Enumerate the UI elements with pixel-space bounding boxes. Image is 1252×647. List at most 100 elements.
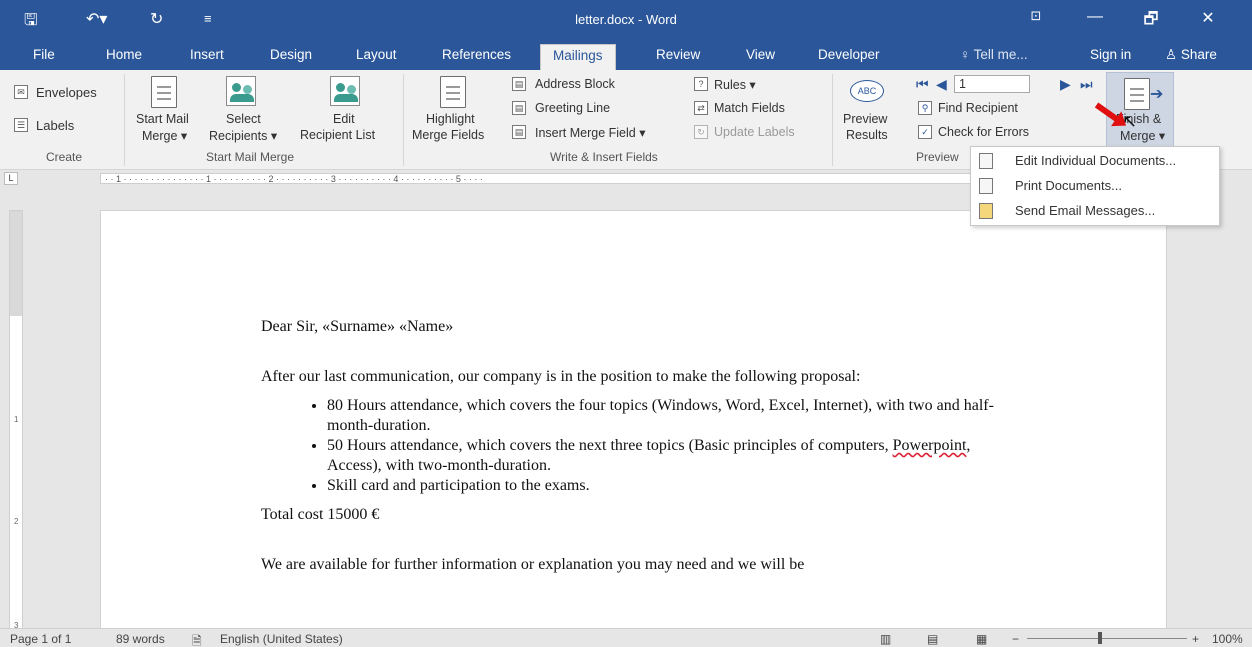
word-count[interactable]: 89 words — [116, 632, 165, 646]
find-recipient-button[interactable]: Find Recipient — [938, 101, 1018, 115]
title-bar: 🖫 ↶▾ ↻ ≡ letter.docx - Word ⊡ — 🗗 ✕ — [0, 0, 1252, 40]
insert-merge-field-button[interactable]: Insert Merge Field ▾ — [535, 125, 645, 140]
sign-in-link[interactable]: Sign in — [1090, 47, 1131, 62]
group-preview: Preview — [916, 150, 959, 164]
tab-developer[interactable]: Developer — [818, 47, 880, 62]
page-count[interactable]: Page 1 of 1 — [10, 632, 71, 646]
zoom-slider-thumb[interactable] — [1098, 632, 1102, 644]
document-body[interactable]: Dear Sir, «Surname» «Name» After our las… — [261, 317, 1001, 575]
start-mail-merge-icon — [151, 76, 177, 108]
mouse-cursor-icon: ↖ — [1122, 111, 1138, 131]
highlight-merge-fields-label-2[interactable]: Merge Fields — [412, 128, 484, 142]
web-layout-icon[interactable]: ▦ — [976, 632, 987, 646]
closing-paragraph: We are available for further information… — [261, 556, 805, 573]
update-labels-button[interactable]: Update Labels — [714, 125, 795, 139]
tab-mailings[interactable]: Mailings — [540, 44, 616, 70]
vruler-tick: 2 — [14, 517, 19, 526]
next-record-icon[interactable]: ▶ — [1060, 76, 1071, 93]
spelling-error[interactable]: Powerpoint — [893, 437, 967, 454]
maximize-icon[interactable]: 🗗 — [1136, 8, 1166, 35]
intro-paragraph: After our last communication, our compan… — [261, 368, 861, 385]
greeting-line-button[interactable]: Greeting Line — [535, 101, 610, 115]
menu-item-edit-individual-documents[interactable]: Edit Individual Documents... — [971, 149, 1219, 173]
start-mail-merge-label-2[interactable]: Merge ▾ — [142, 128, 187, 143]
select-recipients-icon — [226, 76, 256, 106]
list-item: Skill card and participation to the exam… — [327, 476, 1001, 496]
edit-recipient-list-icon — [330, 76, 360, 106]
highlight-merge-fields-label-1[interactable]: Highlight — [426, 112, 475, 126]
close-icon[interactable]: ✕ — [1193, 8, 1223, 28]
edit-documents-icon — [979, 153, 993, 169]
group-create: Create — [46, 150, 83, 164]
menu-item-print-documents[interactable]: Print Documents... — [971, 174, 1219, 198]
document-page[interactable]: Dear Sir, «Surname» «Name» After our las… — [100, 210, 1167, 633]
ribbon-display-icon[interactable]: ⊡ — [1021, 8, 1051, 24]
tab-layout[interactable]: Layout — [356, 47, 397, 62]
email-icon — [979, 203, 993, 219]
tab-selector[interactable]: L — [4, 172, 18, 185]
proofing-icon[interactable]: 🗎 — [192, 632, 202, 647]
labels-icon: ☰ — [14, 118, 28, 132]
ribbon-tabs: File Home Insert Design Layout Reference… — [0, 40, 1252, 70]
zoom-level[interactable]: 100% — [1212, 632, 1243, 646]
minimize-icon[interactable]: — — [1080, 8, 1110, 26]
start-mail-merge-label-1[interactable]: Start Mail — [136, 112, 189, 126]
envelope-icon: ✉ — [14, 85, 28, 99]
select-recipients-label-2[interactable]: Recipients ▾ — [209, 128, 277, 143]
zoom-out-icon[interactable]: − — [1012, 632, 1019, 646]
update-labels-icon: ↻ — [694, 125, 708, 139]
list-item: 80 Hours attendance, which covers the fo… — [327, 396, 1001, 436]
match-fields-icon: ⇄ — [694, 101, 708, 115]
menu-item-send-email-messages[interactable]: Send Email Messages... — [971, 199, 1219, 223]
tell-me-box[interactable]: ♀ Tell me... — [960, 47, 1028, 62]
check-errors-icon: ✓ — [918, 125, 932, 139]
labels-button[interactable]: Labels — [36, 118, 74, 133]
last-record-icon[interactable]: ⏭ — [1080, 76, 1093, 93]
insert-merge-field-icon: ▤ — [512, 125, 526, 139]
tab-design[interactable]: Design — [270, 47, 312, 62]
list-item: 50 Hours attendance, which covers the ne… — [327, 436, 1001, 476]
rules-button[interactable]: Rules ▾ — [714, 77, 756, 92]
preview-results-label-1[interactable]: Preview — [843, 112, 887, 126]
tab-references[interactable]: References — [442, 47, 511, 62]
print-layout-icon[interactable]: ▤ — [927, 632, 938, 646]
first-record-icon[interactable]: ⏮ — [916, 76, 929, 93]
match-fields-button[interactable]: Match Fields — [714, 101, 785, 115]
language-indicator[interactable]: English (United States) — [220, 632, 343, 646]
zoom-in-icon[interactable]: + — [1192, 632, 1199, 646]
edit-recipient-list-label-2[interactable]: Recipient List — [300, 128, 375, 142]
tab-home[interactable]: Home — [106, 47, 142, 62]
preview-results-icon: ABC — [850, 80, 884, 102]
envelopes-button[interactable]: Envelopes — [36, 85, 97, 100]
vertical-ruler-margin — [10, 211, 22, 316]
find-recipient-icon: ⚲ — [918, 101, 932, 115]
finish-merge-icon — [1124, 78, 1150, 110]
preview-results-label-2[interactable]: Results — [846, 128, 888, 142]
bullet-list: 80 Hours attendance, which covers the fo… — [261, 396, 1001, 496]
edit-recipient-list-label-1[interactable]: Edit — [333, 112, 355, 126]
tab-file[interactable]: File — [33, 47, 55, 62]
separator — [832, 74, 833, 166]
lightbulb-icon: ♀ — [960, 47, 974, 62]
zoom-slider[interactable] — [1027, 638, 1187, 639]
tab-view[interactable]: View — [746, 47, 775, 62]
check-for-errors-button[interactable]: Check for Errors — [938, 125, 1029, 139]
separator — [403, 74, 404, 166]
separator — [124, 74, 125, 166]
window-title: letter.docx - Word — [575, 12, 677, 27]
address-block-icon: ▤ — [512, 77, 526, 91]
record-number-input[interactable]: 1 — [954, 75, 1030, 93]
salutation: Dear Sir, «Surname» «Name» — [261, 318, 454, 335]
greeting-line-icon: ▤ — [512, 101, 526, 115]
total-cost: Total cost 15000 € — [261, 506, 380, 523]
tab-insert[interactable]: Insert — [190, 47, 224, 62]
read-mode-icon[interactable]: ▥ — [880, 632, 891, 646]
previous-record-icon[interactable]: ◀ — [936, 76, 947, 93]
address-block-button[interactable]: Address Block — [535, 77, 615, 91]
share-button[interactable]: ♙ Share — [1165, 47, 1217, 63]
select-recipients-label-1[interactable]: Select — [226, 112, 261, 126]
group-write-insert-fields: Write & Insert Fields — [550, 150, 658, 164]
tab-review[interactable]: Review — [656, 47, 700, 62]
vertical-ruler[interactable]: 1 2 3 — [9, 210, 23, 633]
finish-merge-dropdown: Edit Individual Documents... Print Docum… — [970, 146, 1220, 226]
